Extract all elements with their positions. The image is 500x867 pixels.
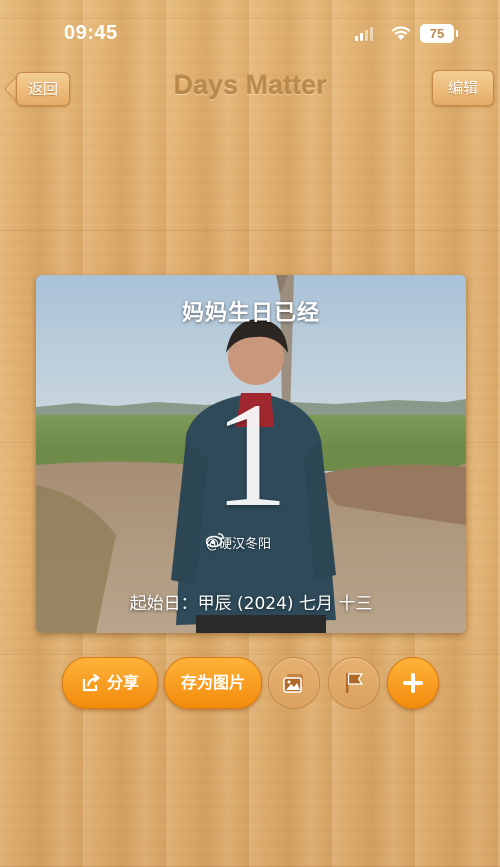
- watermark: @硬汉冬阳: [206, 533, 271, 552]
- event-title: 妈妈生日已经: [181, 301, 320, 326]
- flag-button[interactable]: [328, 657, 380, 709]
- event-card: 妈妈生日已经 1 @硬汉冬阳 起始日：甲辰 (2024) 七月 十三: [36, 275, 466, 633]
- nav-bar: 返回 Days Matter 编辑: [0, 64, 500, 114]
- cellular-signal-icon: [355, 26, 375, 41]
- weibo-icon: [206, 533, 224, 547]
- share-label: 分享: [107, 673, 140, 692]
- image-button[interactable]: [268, 657, 320, 709]
- battery-indicator: 75: [420, 24, 458, 43]
- share-button[interactable]: 分享: [62, 657, 158, 709]
- edit-button[interactable]: 编辑: [432, 70, 494, 106]
- save-image-button[interactable]: 存为图片: [164, 657, 262, 709]
- status-time: 09:45: [64, 22, 118, 44]
- status-bar: 09:45 75: [0, 0, 500, 64]
- day-count: 1: [213, 372, 289, 538]
- add-button[interactable]: [387, 657, 439, 709]
- action-toolbar: 分享 存为图片: [0, 657, 500, 709]
- flag-icon: [346, 673, 364, 693]
- plus-icon: [403, 673, 423, 693]
- image-icon: [283, 674, 303, 693]
- page-title: Days Matter: [173, 70, 327, 100]
- start-date: 起始日：甲辰 (2024) 七月 十三: [129, 594, 373, 614]
- wifi-icon: [391, 26, 411, 40]
- share-icon: [82, 673, 100, 692]
